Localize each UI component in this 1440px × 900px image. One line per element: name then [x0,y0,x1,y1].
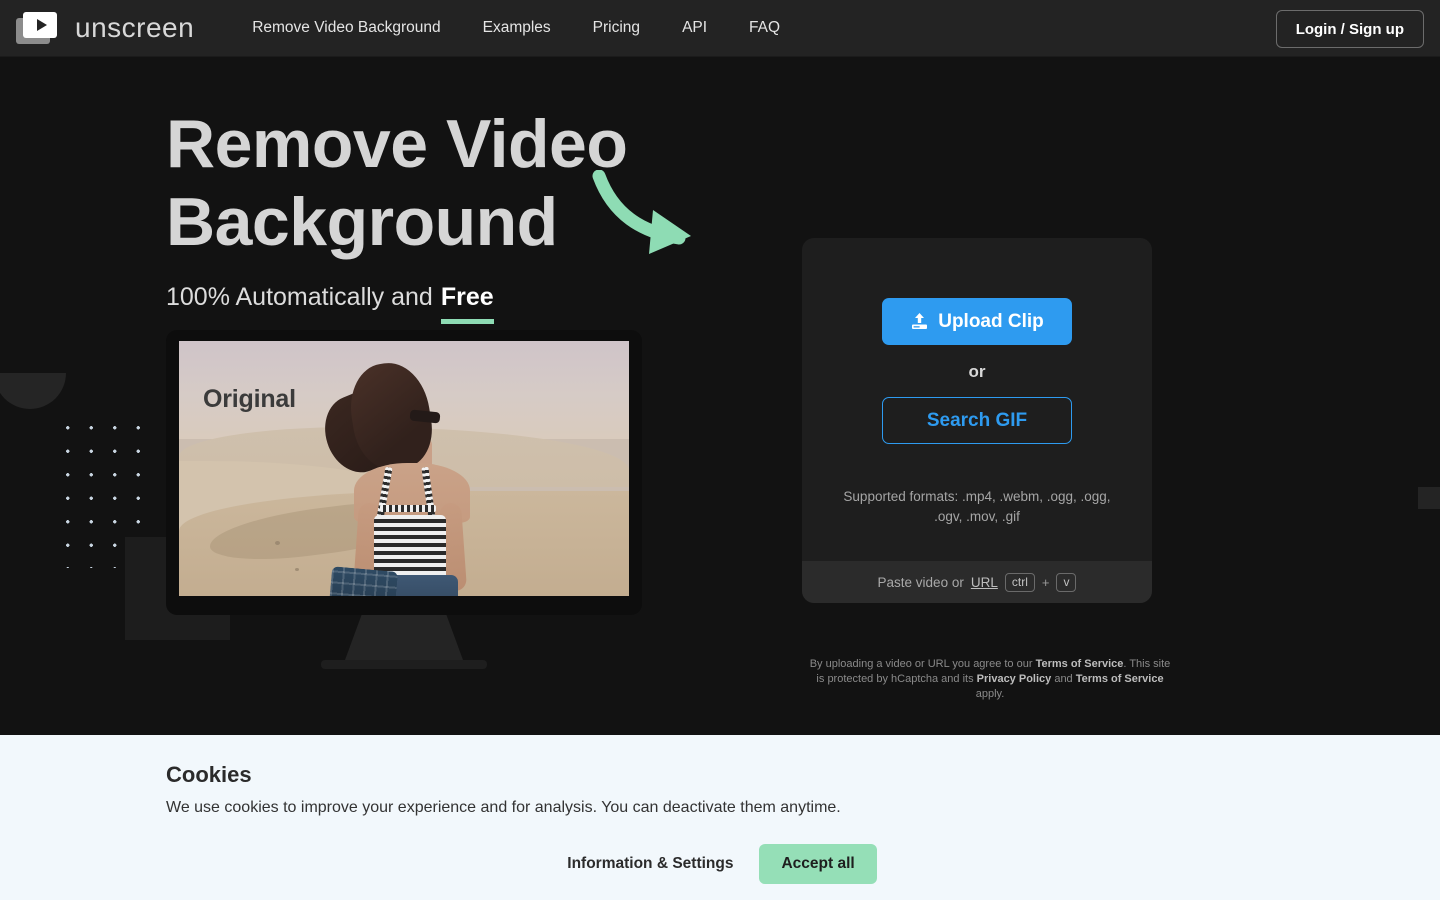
terms-of-service-link[interactable]: Terms of Service [1036,658,1124,670]
hero-subtitle-prefix: 100% Automatically and [166,283,433,311]
hero-subtitle-highlight: Free [440,283,494,324]
monitor-screen: Original [179,341,629,596]
video-play-cards-icon [16,10,64,46]
curved-arrow-icon [592,170,691,254]
nav-item-pricing[interactable]: Pricing [593,19,640,37]
monitor-frame: Original [166,330,642,615]
accept-all-button[interactable]: Accept all [759,844,877,884]
or-separator-label: or [968,362,986,381]
preview-subject [313,357,494,596]
cookie-banner-title: Cookies [166,762,252,787]
site-header: unscreen Remove Video Background Example… [0,0,1440,57]
cookie-banner: Cookies We use cookies to improve your e… [0,735,1440,900]
upload-card-body: Upload Clip or Search GIF Supported form… [802,238,1152,561]
nav-item-examples[interactable]: Examples [483,19,551,37]
logo[interactable]: unscreen [16,10,194,46]
upload-icon [912,313,928,329]
decor-half-circle [0,373,66,409]
key-ctrl: ctrl [1004,572,1035,592]
legal-line2-c: apply. [975,688,1005,700]
privacy-policy-link[interactable]: Privacy Policy [977,673,1052,685]
supported-formats-text: Supported formats: .mp4, .webm, .ogg, .o… [843,489,1111,524]
logo-text: unscreen [75,12,195,43]
upload-clip-button[interactable]: Upload Clip [882,298,1072,345]
legal-line1-a: By uploading a video or URL you agree to… [809,658,1036,670]
url-link[interactable]: URL [971,575,998,590]
nav-item-remove-video-background[interactable]: Remove Video Background [252,19,440,37]
paste-prefix-label: Paste video or [877,574,964,590]
nav-item-faq[interactable]: FAQ [749,19,780,37]
page-root: unscreen Remove Video Background Example… [0,0,1440,900]
decor-rectangle-right [1418,487,1440,509]
upload-card: Upload Clip or Search GIF Supported form… [802,238,1152,603]
paste-url-bar[interactable]: Paste video or URL ctrl + v [802,561,1152,603]
legal-disclaimer: By uploading a video or URL you agree to… [806,657,1174,702]
page-title: Remove Video Background [166,106,628,260]
cookie-banner-actions: Information & Settings Accept all [0,844,1440,884]
key-v: v [1056,572,1077,592]
login-signup-button[interactable]: Login / Sign up [1275,10,1424,48]
terms-of-service-link-2[interactable]: Terms of Service [1076,673,1164,685]
nav-item-api[interactable]: API [682,19,707,37]
upload-clip-label: Upload Clip [938,310,1044,332]
search-gif-button[interactable]: Search GIF [882,397,1072,444]
hero-subtitle: 100% Automatically and Free [166,283,786,324]
legal-line2-a: protected by hCaptcha and its [827,673,977,685]
cookie-banner-text: We use cookies to improve your experienc… [166,799,841,816]
information-settings-button[interactable]: Information & Settings [563,847,737,881]
key-plus-separator: + [1041,574,1050,590]
video-preview-monitor: Original [166,330,642,669]
legal-line2-b: and [1051,673,1076,685]
preview-label: Original [203,385,296,413]
monitor-stand-neck [345,615,463,660]
monitor-stand-base [321,660,487,669]
main-nav: Remove Video Background Examples Pricing… [252,19,780,37]
hero-section: Remove Video Background 100% Automatical… [166,105,786,324]
